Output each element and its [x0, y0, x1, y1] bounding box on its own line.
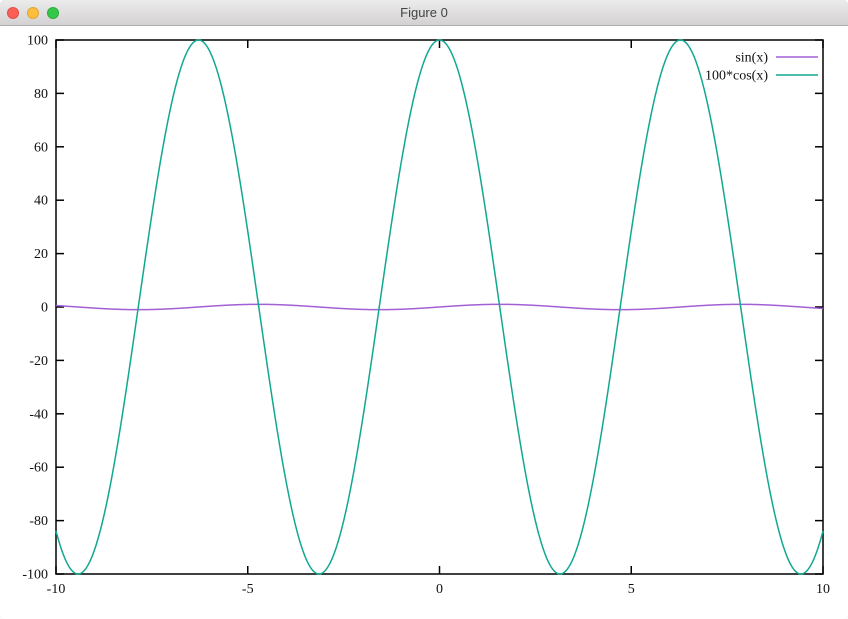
y-tick-label: 40: [34, 194, 48, 209]
x-tick-label: -10: [47, 582, 66, 597]
plot-area: -10 -5 0 5 10 -100 -80 -60 -40 -20 0 20 40 60 80 100 sin…: [0, 26, 848, 619]
figure-window: Figure 0 -10 -5 0 5 10 -100 -80 -60 -40 -20 0 20 40 6…: [0, 0, 848, 619]
chart-canvas: -10 -5 0 5 10 -100 -80 -60 -40 -20 0 20 40 60 80 100 sin…: [0, 26, 848, 619]
y-tick-label: -80: [29, 514, 48, 529]
legend-label: 100*cos(x): [705, 69, 768, 84]
x-tick-label: -5: [242, 582, 254, 597]
y-tick-label: -100: [22, 568, 48, 583]
y-tick-label: -20: [29, 354, 48, 369]
y-tick-label: 60: [34, 140, 48, 155]
y-tick-label: 100: [27, 34, 48, 49]
y-tick-label: 0: [41, 301, 48, 316]
close-button[interactable]: [7, 7, 19, 19]
legend: sin(x) 100*cos(x): [705, 51, 818, 84]
minimize-button[interactable]: [27, 7, 39, 19]
titlebar[interactable]: Figure 0: [0, 0, 848, 26]
series-line-0: [56, 304, 823, 309]
y-tick-label: 80: [34, 87, 48, 102]
x-tick-label: 5: [628, 582, 635, 597]
y-tick-label: -40: [29, 407, 48, 422]
y-tick-label: 20: [34, 247, 48, 262]
legend-label: sin(x): [735, 51, 768, 66]
zoom-button[interactable]: [47, 7, 59, 19]
window-controls: [7, 7, 59, 19]
x-tick-label: 10: [816, 582, 830, 597]
y-tick-label: -60: [29, 461, 48, 476]
x-tick-label: 0: [436, 582, 443, 597]
window-title: Figure 0: [0, 0, 848, 26]
